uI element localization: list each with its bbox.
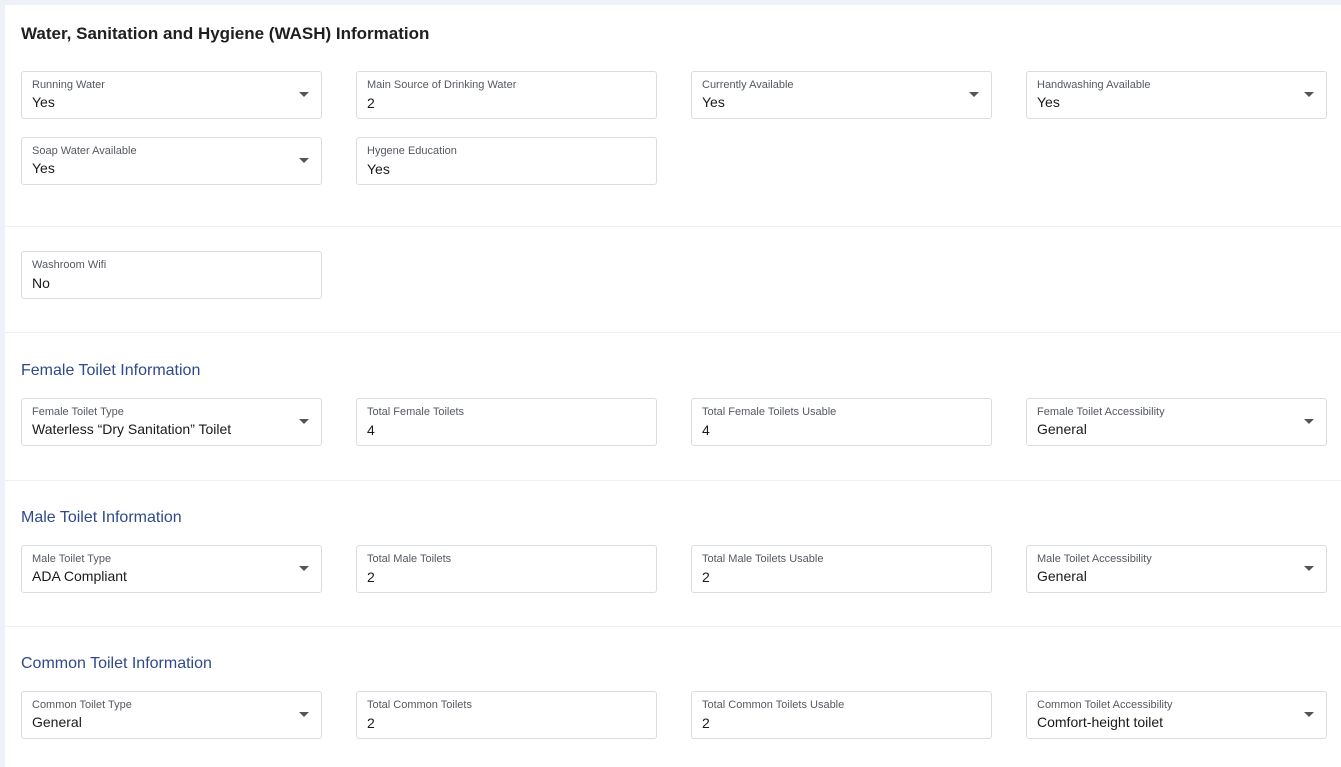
main-source-drinking-water-input[interactable]: Main Source of Drinking Water 2 [356, 71, 657, 119]
currently-available-select[interactable]: Currently Available Yes [691, 71, 992, 119]
male-toilet-type-value: ADA Compliant [32, 568, 127, 584]
washroom-wifi-input[interactable]: Washroom Wifi No [21, 251, 322, 299]
male-accessibility-value: General [1037, 568, 1087, 584]
section-divider [5, 480, 1341, 481]
total-male-toilets-usable-input[interactable]: Total Male Toilets Usable 2 [691, 545, 992, 593]
chevron-down-icon[interactable] [969, 92, 979, 97]
wash-section-title: Water, Sanitation and Hygiene (WASH) Inf… [21, 24, 430, 43]
chevron-down-icon[interactable] [299, 712, 309, 717]
wash-form-card: Water, Sanitation and Hygiene (WASH) Inf… [5, 5, 1341, 767]
female-usable-value: 4 [702, 422, 710, 438]
chevron-down-icon[interactable] [299, 92, 309, 97]
male-usable-value: 2 [702, 569, 710, 585]
currently-available-label: Currently Available [702, 79, 794, 91]
common-accessibility-label: Common Toilet Accessibility [1037, 699, 1173, 711]
soap-water-available-select[interactable]: Soap Water Available Yes [21, 137, 322, 185]
handwashing-available-select[interactable]: Handwashing Available Yes [1026, 71, 1327, 119]
chevron-down-icon[interactable] [1304, 419, 1314, 424]
female-accessibility-label: Female Toilet Accessibility [1037, 406, 1165, 418]
total-common-toilets-usable-input[interactable]: Total Common Toilets Usable 2 [691, 691, 992, 739]
chevron-down-icon[interactable] [299, 158, 309, 163]
washroom-wifi-value: No [32, 275, 50, 291]
total-common-toilets-input[interactable]: Total Common Toilets 2 [356, 691, 657, 739]
total-common-toilets-label: Total Common Toilets [367, 699, 472, 711]
hygiene-education-input[interactable]: Hygene Education Yes [356, 137, 657, 185]
female-accessibility-value: General [1037, 421, 1087, 437]
currently-available-value: Yes [702, 94, 725, 110]
chevron-down-icon[interactable] [1304, 92, 1314, 97]
total-male-toilets-input[interactable]: Total Male Toilets 2 [356, 545, 657, 593]
common-toilet-accessibility-select[interactable]: Common Toilet Accessibility Comfort-heig… [1026, 691, 1327, 739]
common-accessibility-value: Comfort-height toilet [1037, 714, 1164, 730]
common-toilet-type-select[interactable]: Common Toilet Type General [21, 691, 322, 739]
male-toilet-accessibility-select[interactable]: Male Toilet Accessibility General [1026, 545, 1327, 593]
total-male-toilets-value: 2 [367, 569, 375, 585]
male-usable-label: Total Male Toilets Usable [702, 553, 824, 565]
female-section-title: Female Toilet Information [21, 362, 201, 379]
section-divider [5, 332, 1341, 333]
total-female-toilets-value: 4 [367, 422, 375, 438]
soap-water-value: Yes [32, 160, 55, 176]
hygiene-education-label: Hygene Education [367, 145, 457, 157]
total-common-toilets-value: 2 [367, 715, 375, 731]
hygiene-education-value: Yes [367, 161, 390, 177]
common-toilet-type-label: Common Toilet Type [32, 699, 132, 711]
handwashing-label: Handwashing Available [1037, 79, 1151, 91]
main-source-label: Main Source of Drinking Water [367, 79, 517, 91]
female-toilet-type-label: Female Toilet Type [32, 406, 124, 418]
chevron-down-icon[interactable] [299, 566, 309, 571]
chevron-down-icon[interactable] [1304, 566, 1314, 571]
total-female-toilets-usable-input[interactable]: Total Female Toilets Usable 4 [691, 398, 992, 446]
running-water-label: Running Water [32, 79, 105, 91]
total-female-toilets-label: Total Female Toilets [367, 406, 465, 418]
male-toilet-type-select[interactable]: Male Toilet Type ADA Compliant [21, 545, 322, 593]
main-source-value: 2 [367, 95, 375, 111]
common-section-title: Common Toilet Information [21, 655, 212, 672]
section-divider [5, 626, 1341, 627]
running-water-value: Yes [32, 94, 55, 110]
male-toilet-type-label: Male Toilet Type [32, 553, 112, 565]
washroom-wifi-label: Washroom Wifi [32, 259, 107, 271]
total-female-toilets-input[interactable]: Total Female Toilets 4 [356, 398, 657, 446]
soap-water-label: Soap Water Available [32, 145, 137, 157]
female-toilet-accessibility-select[interactable]: Female Toilet Accessibility General [1026, 398, 1327, 446]
male-section-title: Male Toilet Information [21, 509, 182, 526]
running-water-select[interactable]: Running Water Yes [21, 71, 322, 119]
male-accessibility-label: Male Toilet Accessibility [1037, 553, 1152, 565]
female-toilet-type-select[interactable]: Female Toilet Type Waterless “Dry Sanita… [21, 398, 322, 446]
chevron-down-icon[interactable] [1304, 712, 1314, 717]
common-usable-label: Total Common Toilets Usable [702, 699, 845, 711]
female-usable-label: Total Female Toilets Usable [702, 406, 837, 418]
common-usable-value: 2 [702, 715, 710, 731]
total-male-toilets-label: Total Male Toilets [367, 553, 452, 565]
chevron-down-icon[interactable] [299, 419, 309, 424]
handwashing-value: Yes [1037, 94, 1060, 110]
common-toilet-type-value: General [32, 714, 82, 730]
female-toilet-type-value: Waterless “Dry Sanitation” Toilet [32, 421, 232, 437]
section-divider [5, 226, 1341, 227]
